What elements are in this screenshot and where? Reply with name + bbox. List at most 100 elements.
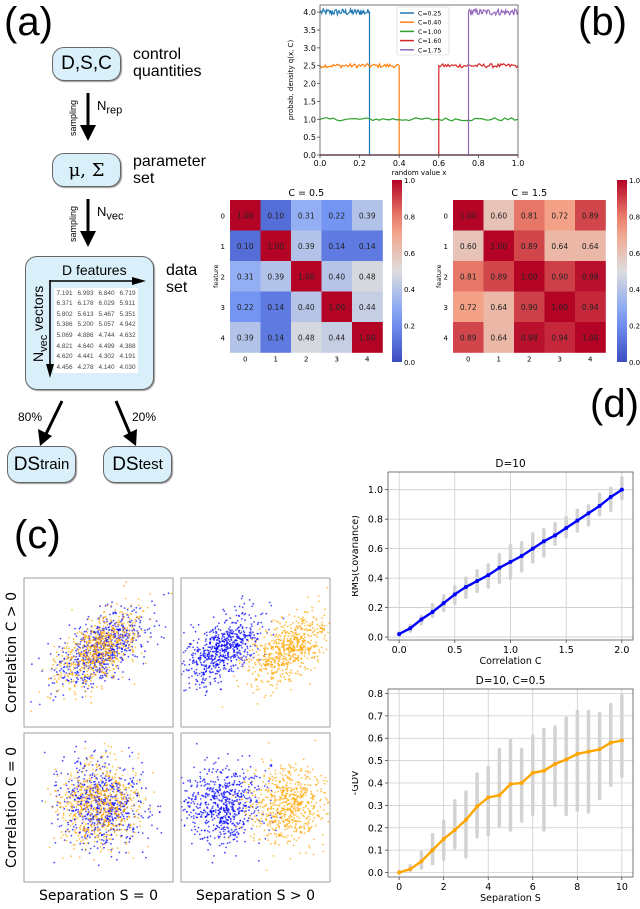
- scatter-point: [167, 592, 170, 595]
- scatter-point: [110, 833, 113, 836]
- scatter-point: [66, 808, 69, 811]
- scatter-point: [122, 824, 124, 827]
- scatter-point: [311, 606, 313, 609]
- scatter-point: [228, 640, 231, 643]
- scatter-point: [299, 625, 301, 628]
- scatter-point: [105, 626, 107, 629]
- y-axis-label: probab. density q(x, C): [287, 40, 295, 121]
- scatter-point: [120, 778, 123, 780]
- scatter-point: [295, 620, 298, 622]
- scatter-point: [91, 774, 94, 777]
- scatter-point: [196, 641, 199, 644]
- scatter-point: [269, 814, 272, 817]
- scatter-point: [274, 635, 277, 638]
- scatter-point: [101, 755, 104, 758]
- scatter-point: [238, 807, 241, 810]
- scatter-point: [117, 667, 120, 670]
- scatter-point: [315, 618, 318, 621]
- scatter-point: [263, 655, 266, 658]
- scatter-point: [190, 802, 193, 804]
- scatter-point: [84, 675, 87, 678]
- scatter-point: [207, 795, 209, 797]
- scatter-point: [197, 826, 200, 829]
- scatter-point: [268, 656, 271, 659]
- y-tick-label: 1.5: [303, 97, 316, 106]
- scatter-point: [196, 674, 199, 677]
- scatter-point: [216, 790, 219, 793]
- scatter-point: [209, 650, 212, 653]
- scatter-point: [70, 657, 73, 660]
- scatter-point: [131, 610, 134, 612]
- scatter-point: [214, 827, 217, 830]
- scatter-point: [241, 768, 244, 771]
- scatter-point: [261, 820, 264, 823]
- scatter-point: [140, 652, 143, 655]
- scatter-point: [105, 628, 108, 631]
- scatter-point: [89, 666, 92, 668]
- x-tick-label: 0.8: [472, 159, 485, 168]
- scatter-point: [320, 646, 323, 649]
- scatter-point: [252, 631, 254, 634]
- scatter-point: [149, 632, 152, 634]
- scatter-point: [184, 789, 187, 792]
- scatter-point: [296, 640, 298, 643]
- scatter-point: [251, 638, 254, 641]
- scatter-point: [221, 822, 224, 825]
- scatter-point: [66, 801, 68, 804]
- scatter-point: [114, 812, 117, 815]
- scatter-point: [96, 817, 98, 820]
- scatter-point: [279, 789, 282, 792]
- scatter-point: [87, 637, 89, 640]
- scatter-point: [115, 834, 118, 837]
- scatter-point: [79, 647, 82, 650]
- y-tick-label: 1.0: [303, 115, 316, 124]
- scatter-point: [85, 837, 88, 840]
- scatter-point: [104, 818, 107, 821]
- scatter-point: [62, 812, 65, 815]
- scatter-point: [185, 689, 187, 691]
- scatter-point: [249, 628, 252, 631]
- scatter-point: [273, 665, 276, 668]
- scatter-point: [85, 623, 87, 626]
- scatter-plot-1: [180, 577, 331, 728]
- heatmap-cell-label: 0.22: [328, 211, 345, 220]
- scatter-point: [236, 667, 239, 669]
- scatter-point: [199, 780, 202, 783]
- scatter-point: [277, 621, 280, 623]
- scatter-point: [55, 673, 58, 676]
- scatter-point: [289, 657, 291, 660]
- scatter-point: [206, 813, 209, 816]
- scatter-point: [214, 792, 217, 794]
- scatter-point: [138, 781, 141, 784]
- dataset-cell: 5.057: [98, 321, 115, 329]
- scatter-point: [206, 634, 208, 637]
- scatter-point: [309, 784, 312, 787]
- scatter-point: [92, 648, 95, 651]
- scatter-point: [265, 667, 267, 670]
- scatter-point: [85, 663, 88, 666]
- scatter-point: [74, 698, 77, 701]
- scatter-point: [71, 809, 73, 812]
- scatter-point: [300, 661, 303, 664]
- scatter-point: [94, 669, 97, 671]
- scatter-point: [215, 632, 218, 635]
- scatter-point: [73, 680, 75, 683]
- scatter-point: [314, 628, 316, 631]
- scatter-point: [215, 650, 218, 652]
- scatter-point: [61, 857, 64, 860]
- scatter-point: [223, 610, 226, 612]
- scatter-point: [214, 811, 217, 813]
- scatter-point: [269, 683, 272, 686]
- scatter-point: [176, 804, 178, 806]
- scatter-point: [263, 785, 266, 787]
- scatter-point: [99, 647, 101, 650]
- scatter-point: [120, 805, 123, 808]
- scatter-point: [119, 767, 121, 769]
- scatter-point: [199, 661, 202, 664]
- scatter-point: [242, 665, 245, 668]
- scatter-point: [318, 600, 320, 603]
- scatter-point: [102, 772, 105, 774]
- scatter-point: [209, 683, 212, 686]
- scatter-point: [89, 834, 92, 836]
- scatter-point: [106, 668, 109, 671]
